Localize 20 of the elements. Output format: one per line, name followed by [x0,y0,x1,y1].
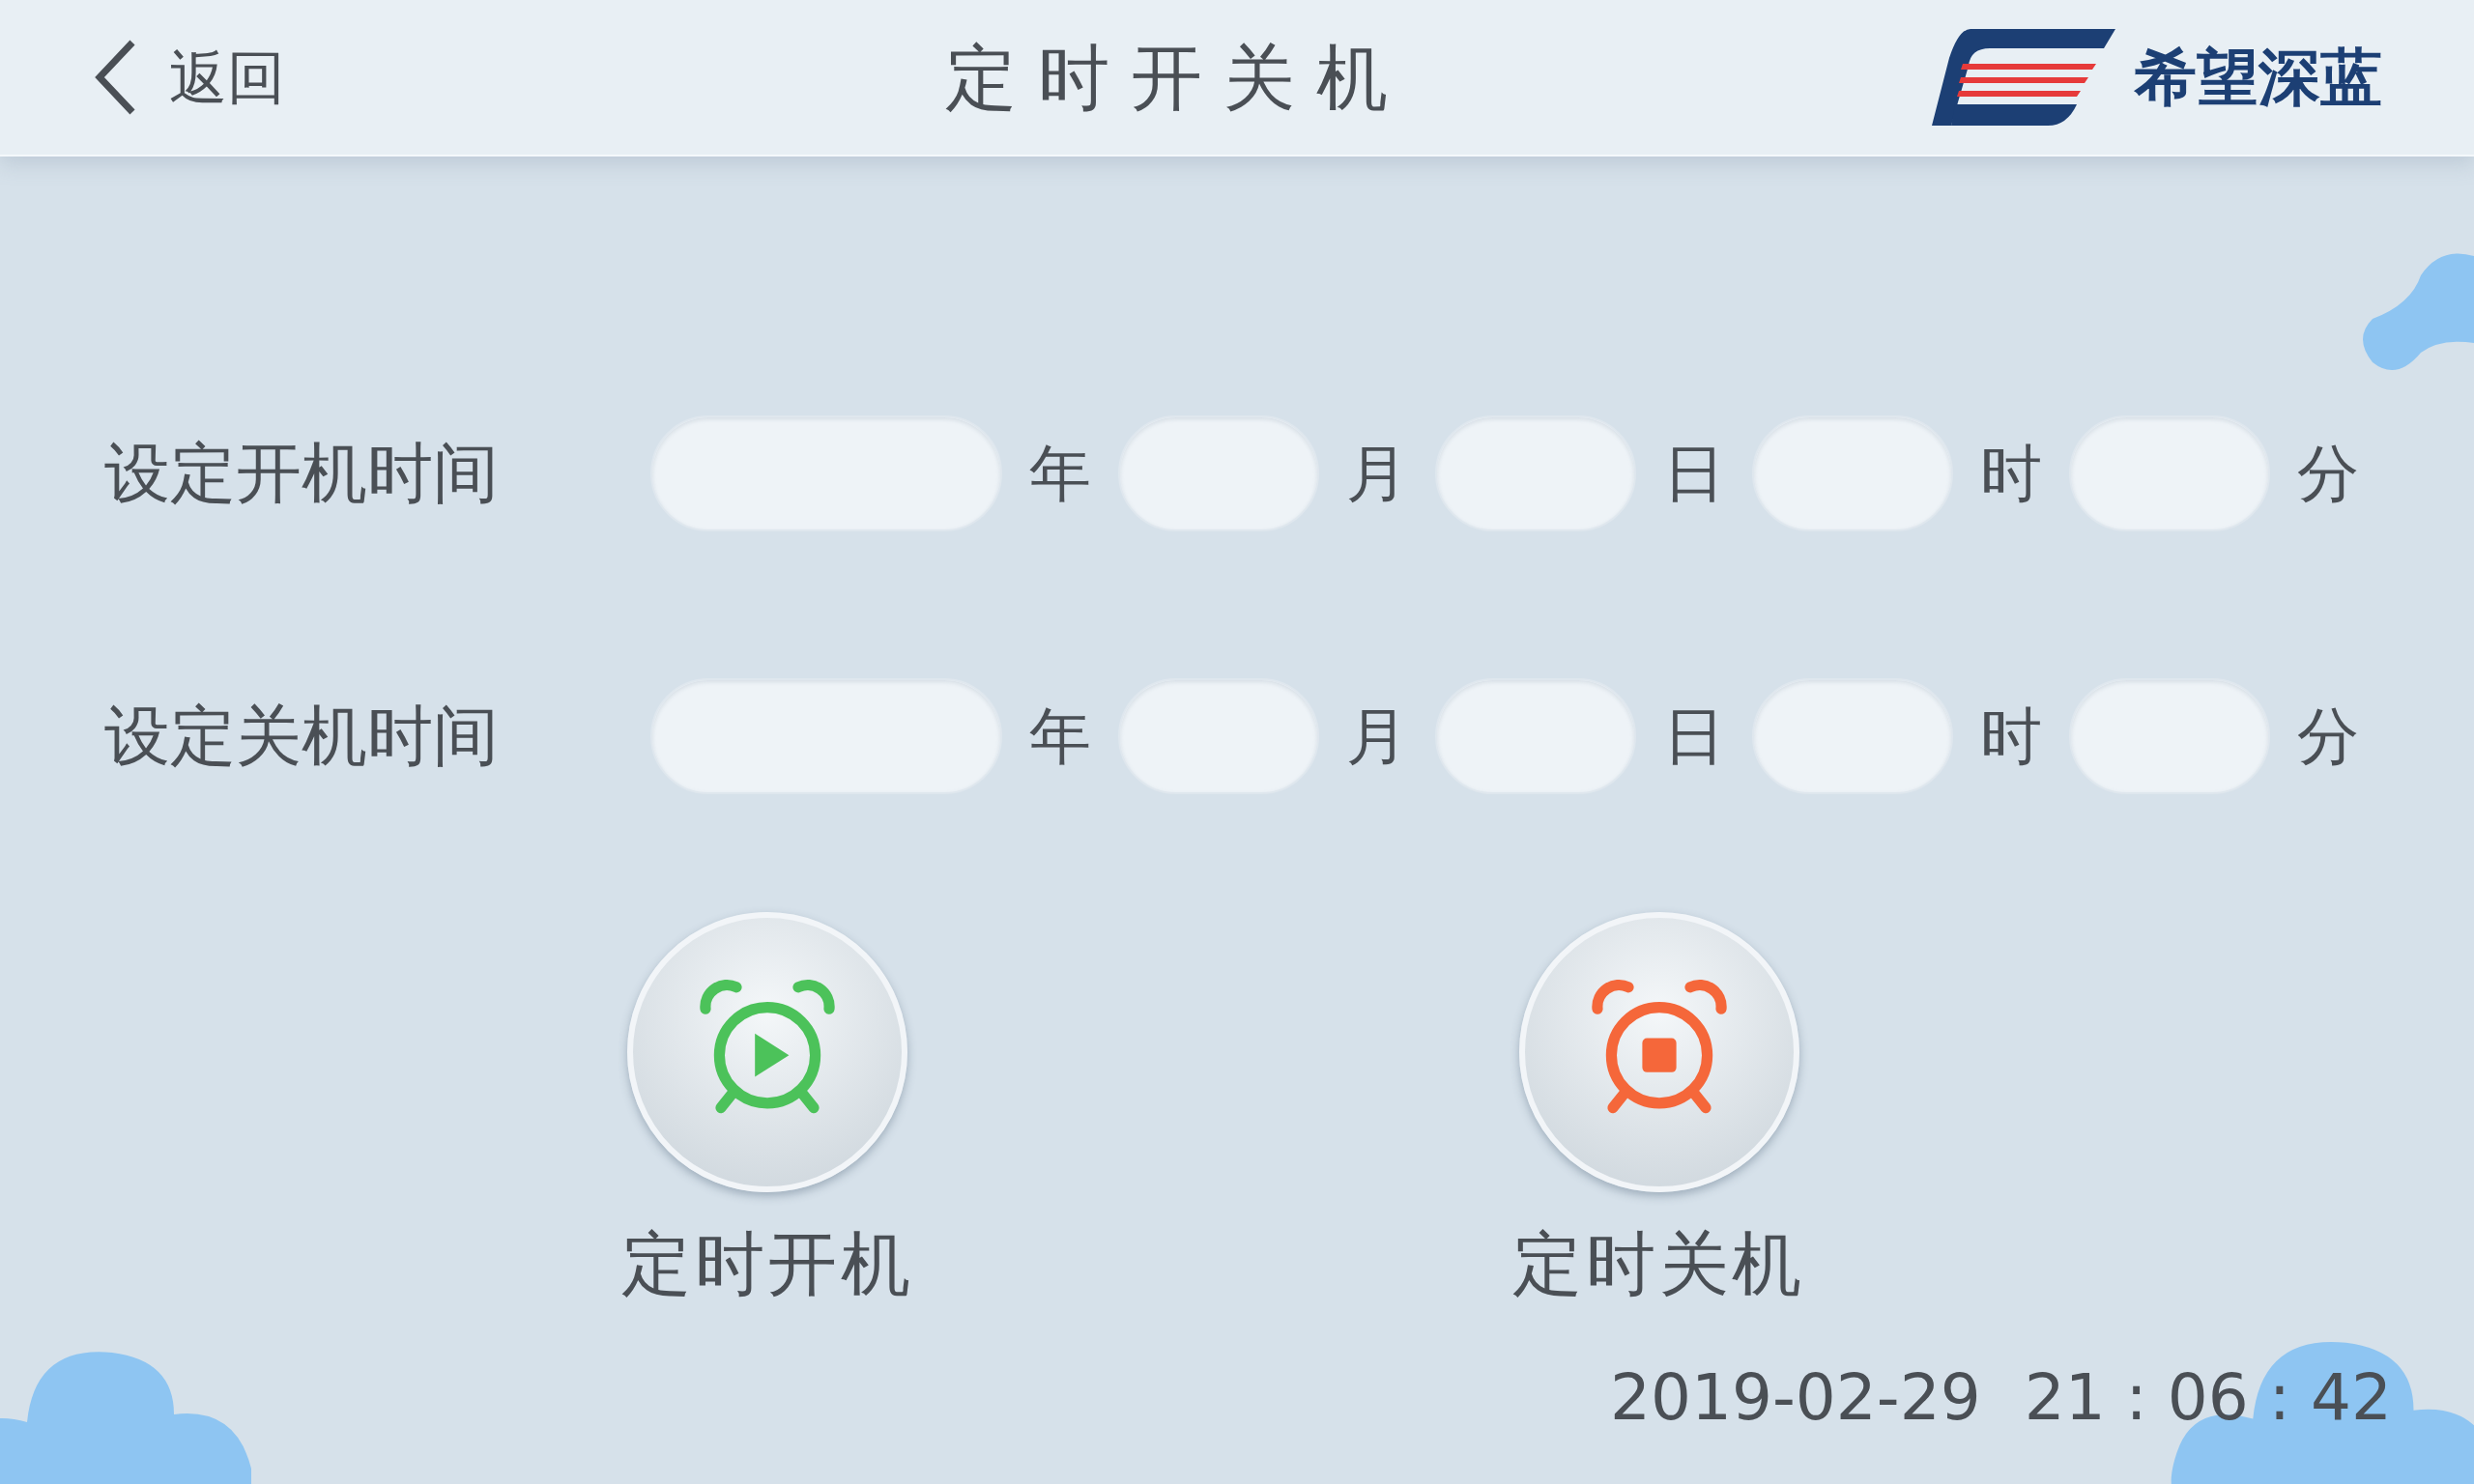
unit-label: 时 [1979,437,2043,511]
unit-label: 月 [1345,699,1409,774]
date-text: 2019-02-29 [1610,1359,1981,1437]
unit-label: 日 [1662,699,1726,774]
button-label: 定时关机 [1512,1222,1805,1306]
back-button[interactable]: 返回 [92,34,285,121]
unit-label: 月 [1345,437,1409,511]
time-text: 21 : 06 : 42 [2024,1359,2392,1437]
unit-label: 时 [1979,699,2043,774]
button-label: 定时开机 [621,1222,914,1306]
row-label: 设定关机时间 [104,697,500,776]
page-title: 定时开关机 [943,34,1410,121]
unit-label: 分 [2296,699,2360,774]
logo-icon [1932,29,2115,126]
unit-label: 年 [1028,437,1092,511]
row-label: 设定开机时间 [104,434,500,513]
unit-label: 年 [1028,699,1092,774]
logo-text: 希望深蓝 [2135,41,2382,115]
unit-label: 分 [2296,437,2360,511]
unit-label: 日 [1662,437,1726,511]
